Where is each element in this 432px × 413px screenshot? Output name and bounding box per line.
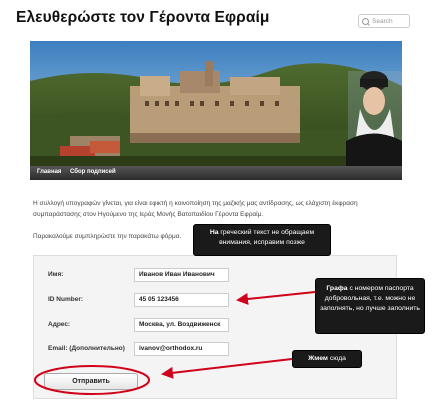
search-icon (362, 17, 369, 25)
callout-greek-text: греческий текст не обращаем внимания, ис… (219, 229, 315, 246)
form-instruction: Παρακαλούμε συμπληρώστε την παρακάτω φόρ… (33, 233, 182, 240)
nav-item-home[interactable]: Главная (37, 169, 61, 175)
field-label-email: Email: (Дополнительно) (48, 345, 125, 352)
callout-greek-bold: На (209, 229, 219, 236)
callout-greek-note: На греческий текст не обращаем внимания,… (193, 224, 331, 256)
submit-button[interactable]: Отправить (44, 373, 138, 390)
callout-click-bold: Жмем (308, 355, 328, 362)
field-label-name: Имя: (48, 271, 64, 278)
id-number-field[interactable]: 45 05 123456 (134, 293, 229, 307)
header-banner-image (30, 41, 402, 166)
callout-id-bold: Графа (326, 285, 348, 292)
intro-text: Η συλλογή υπογραφών γίνεται, για είναι ε… (33, 200, 358, 218)
callout-id-note: Графа с номером паспорта добровольная, т… (315, 278, 425, 334)
email-field[interactable]: ivanov@orthodox.ru (134, 342, 229, 356)
address-field[interactable]: Москва, ул. Воздвиженск (134, 318, 229, 332)
search-placeholder: Search (372, 17, 393, 25)
name-field[interactable]: Иванов Иван Иванович (134, 268, 229, 282)
callout-click-text: сюда (329, 355, 346, 362)
search-input[interactable]: Search (358, 14, 410, 28)
callout-click-note: Жмем сюда (292, 350, 362, 368)
site-title[interactable]: Ελευθερώστε τον Γέροντα Εφραίμ (16, 9, 269, 27)
field-label-address: Адрес: (48, 321, 71, 328)
main-navbar: Главная Сбор подписей (30, 166, 402, 180)
field-label-id: ID Number: (48, 296, 84, 303)
nav-item-signatures[interactable]: Сбор подписей (70, 169, 116, 175)
